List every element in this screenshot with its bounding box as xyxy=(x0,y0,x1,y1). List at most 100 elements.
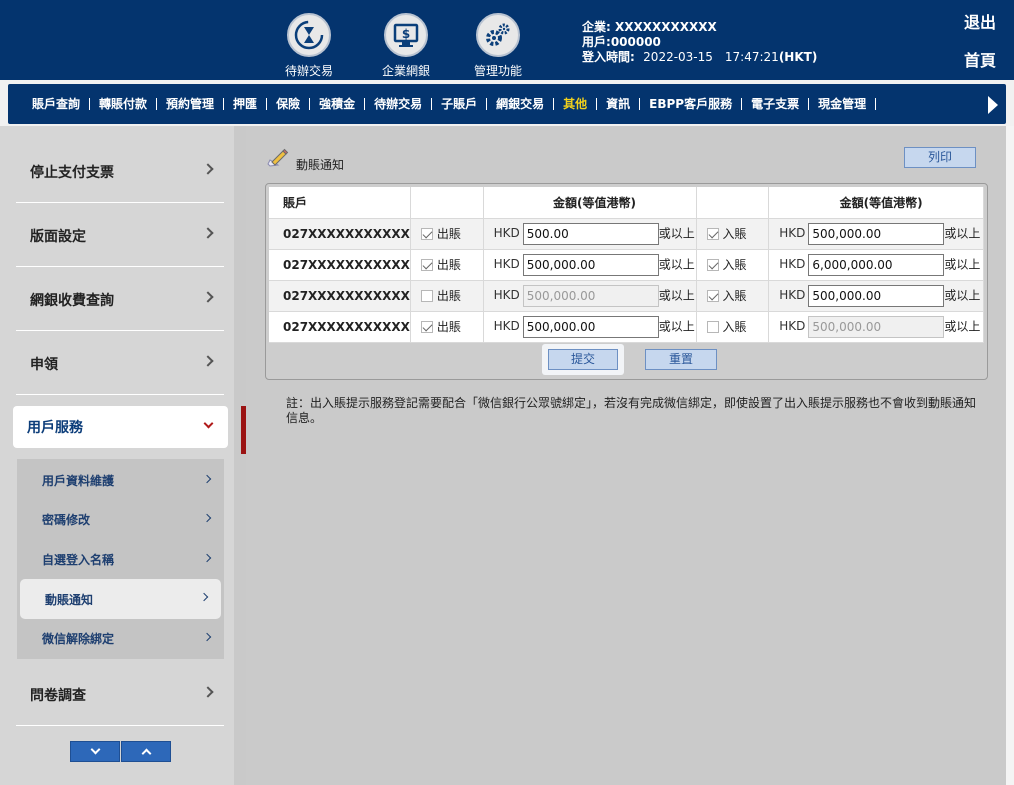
header-blank-in xyxy=(696,187,770,219)
sidebar-subitem-account-alerts[interactable]: 動賬通知 xyxy=(20,579,221,619)
sidebar-subitem-wechat-unbind[interactable]: 微信解除綁定 xyxy=(17,619,224,657)
nav-mpf[interactable]: 強積金 xyxy=(310,98,366,110)
chevron-right-icon xyxy=(202,355,214,367)
incoming-checkbox[interactable] xyxy=(706,290,719,302)
threshold-suffix: 或以上 xyxy=(658,319,695,333)
nav-echeque[interactable]: 電子支票 xyxy=(742,98,810,110)
corporate-ebanking-shortcut[interactable]: $ 企業網銀 xyxy=(366,13,446,79)
threshold-suffix: 或以上 xyxy=(944,319,981,333)
company-value: XXXXXXXXXXX xyxy=(615,20,717,34)
sidebar-item-survey[interactable]: 問卷調查 xyxy=(16,664,224,726)
header-amount-out: 金額(等值港幣) xyxy=(483,187,697,219)
nav-account-inquiry[interactable]: 賬戶查詢 xyxy=(22,98,91,110)
login-time-label: 登入時間: xyxy=(582,50,635,64)
nav-next-arrow-icon[interactable] xyxy=(988,96,998,114)
incoming-checkbox-cell[interactable]: 入賬 xyxy=(696,311,770,343)
outgoing-amount-input[interactable]: 500,000.00 xyxy=(522,253,659,276)
monitor-dollar-icon: $ xyxy=(384,13,428,57)
main-nav: 賬戶查詢 轉賬付款 預約管理 押匯 保險 強積金 待辦交易 子賬戶 網銀交易 其… xyxy=(0,80,1014,126)
alert-settings-panel: 賬戶 金額(等值港幣) 金額(等值港幣) 027XXXXXXXXXXX 出賬 H… xyxy=(265,183,988,380)
admin-functions-shortcut[interactable]: 管理功能 xyxy=(458,13,538,79)
sidebar-item-fee-inquiry[interactable]: 網銀收費查詢 xyxy=(16,269,224,331)
incoming-amount-input: 500,000.00 xyxy=(808,315,945,338)
outgoing-checkbox-cell[interactable]: 出賬 xyxy=(410,280,484,312)
print-button[interactable]: 列印 xyxy=(904,147,976,168)
corporate-ebanking-label: 企業網銀 xyxy=(381,64,430,78)
incoming-label: 入賬 xyxy=(722,227,747,241)
currency-label: HKD xyxy=(493,257,520,271)
incoming-amount-input[interactable]: 6,000,000.00 xyxy=(808,253,945,276)
sidebar-item-layout-settings[interactable]: 版面設定 xyxy=(16,205,224,267)
nav-ebanking-transactions[interactable]: 網銀交易 xyxy=(487,98,555,110)
outgoing-checkbox-cell[interactable]: 出賬 xyxy=(410,218,484,250)
header-amount-in: 金額(等值港幣) xyxy=(768,187,984,219)
edit-pencil-icon xyxy=(266,148,290,172)
incoming-checkbox-cell[interactable]: 入賬 xyxy=(696,280,770,312)
sidebar-subitem-label: 動賬通知 xyxy=(45,592,94,607)
nav-ebpp-service[interactable]: EBPP客戶服務 xyxy=(640,98,743,110)
nav-sub-account[interactable]: 子賬戶 xyxy=(432,98,488,110)
nav-insurance[interactable]: 保險 xyxy=(267,98,311,110)
reset-button[interactable]: 重置 xyxy=(645,349,717,370)
outgoing-checkbox[interactable] xyxy=(420,228,433,240)
main-content: 動賬通知 列印 賬戶 金額(等值港幣) 金額(等值港幣) 027XXXXXXXX… xyxy=(246,126,1006,785)
outgoing-amount-input[interactable]: 500,000.00 xyxy=(522,315,659,338)
incoming-checkbox-cell[interactable]: 入賬 xyxy=(696,249,770,281)
sidebar-subitem-label: 用戶資料維護 xyxy=(42,473,115,488)
scroll-up-button[interactable] xyxy=(121,741,171,762)
threshold-suffix: 或以上 xyxy=(944,226,981,240)
admin-functions-label: 管理功能 xyxy=(473,64,522,78)
outgoing-amount-input[interactable]: 500.00 xyxy=(522,222,659,245)
sidebar-item-stop-cheque[interactable]: 停止支付支票 xyxy=(16,141,224,203)
sidebar-subitem-login-name[interactable]: 自選登入名稱 xyxy=(17,540,224,578)
scroll-down-button[interactable] xyxy=(70,741,120,762)
account-number: 027XXXXXXXXXXX xyxy=(269,218,411,250)
sidebar-subitem-profile[interactable]: 用戶資料維護 xyxy=(17,461,224,499)
page-title: 動賬通知 xyxy=(296,158,345,172)
table-row: 027XXXXXXXXXXX 出賬 HKD 500,000.00 或以上 入賬 HK… xyxy=(269,311,984,343)
currency-label: HKD xyxy=(493,288,520,302)
header-blank-out xyxy=(410,187,484,219)
sidebar-item-user-service[interactable]: 用戶服務 xyxy=(13,406,228,448)
currency-label: HKD xyxy=(493,226,520,240)
table-row: 027XXXXXXXXXXX 出賬 HKD 500,000.00 或以上 入賬 HK… xyxy=(269,249,984,281)
currency-label: HKD xyxy=(779,288,806,302)
currency-label: HKD xyxy=(779,257,806,271)
outgoing-checkbox[interactable] xyxy=(420,321,433,333)
logout-link[interactable]: 退出 xyxy=(964,9,996,33)
outgoing-checkbox[interactable] xyxy=(420,290,433,302)
outgoing-amount-cell: HKD 500,000.00 或以上 xyxy=(483,311,697,343)
nav-bills[interactable]: 押匯 xyxy=(224,98,268,110)
home-link[interactable]: 首頁 xyxy=(964,47,996,71)
chevron-down-icon xyxy=(90,744,100,755)
gears-icon xyxy=(476,13,520,57)
nav-pending-transactions[interactable]: 待辦交易 xyxy=(365,98,433,110)
incoming-amount-cell: HKD 500,000.00 或以上 xyxy=(768,218,984,250)
right-edge-strip xyxy=(1006,126,1014,785)
nav-others[interactable]: 其他 xyxy=(554,98,598,110)
incoming-amount-input[interactable]: 500,000.00 xyxy=(808,284,945,307)
nav-cash-management[interactable]: 現金管理 xyxy=(809,98,877,110)
account-number: 027XXXXXXXXXXX xyxy=(269,311,411,343)
incoming-checkbox-cell[interactable]: 入賬 xyxy=(696,218,770,250)
submit-button[interactable]: 提交 xyxy=(548,349,618,370)
outgoing-checkbox[interactable] xyxy=(420,259,433,271)
nav-transfer-payment[interactable]: 轉賬付款 xyxy=(90,98,158,110)
pending-transactions-shortcut[interactable]: 待辦交易 xyxy=(269,13,349,79)
chevron-right-icon xyxy=(202,291,214,303)
incoming-checkbox[interactable] xyxy=(706,321,719,333)
header-account: 賬戶 xyxy=(269,187,411,219)
outgoing-checkbox-cell[interactable]: 出賬 xyxy=(410,249,484,281)
nav-scheduled-management[interactable]: 預約管理 xyxy=(157,98,225,110)
outgoing-amount-input: 500,000.00 xyxy=(522,284,659,307)
sidebar-item-apply[interactable]: 申領 xyxy=(16,333,224,395)
incoming-checkbox[interactable] xyxy=(706,259,719,271)
outgoing-label: 出賬 xyxy=(436,320,461,334)
incoming-checkbox[interactable] xyxy=(706,228,719,240)
outgoing-checkbox-cell[interactable]: 出賬 xyxy=(410,311,484,343)
currency-label: HKD xyxy=(779,226,806,240)
nav-information[interactable]: 資訊 xyxy=(597,98,641,110)
sidebar-subitem-password[interactable]: 密碼修改 xyxy=(17,500,224,538)
incoming-amount-input[interactable]: 500,000.00 xyxy=(808,222,945,245)
currency-label: HKD xyxy=(779,319,806,333)
